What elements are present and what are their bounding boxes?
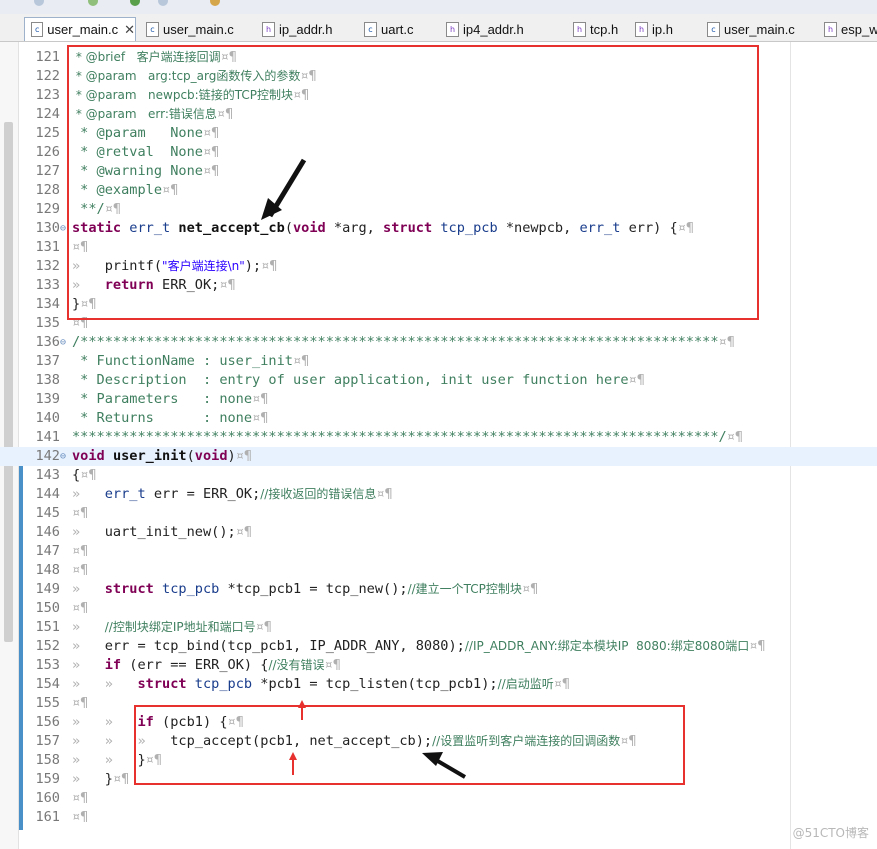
- tab-ip-h[interactable]: h ip.h: [629, 17, 695, 41]
- watermark: @51CTO博客: [792, 826, 869, 840]
- header-file-icon: h: [446, 21, 459, 37]
- tab-label: esp_wi: [841, 21, 877, 37]
- tab-ip-addr-h[interactable]: h ip_addr.h: [256, 17, 352, 41]
- tab-user-main-c[interactable]: c user_main.c ✕: [24, 17, 136, 41]
- tab-label: user_main.c: [47, 22, 119, 37]
- toolbar: [0, 0, 877, 14]
- run-icon[interactable]: [130, 0, 140, 6]
- code-editor[interactable]: 121 * @brief 客户端连接回调¤¶ 122 * @param arg:t…: [0, 42, 877, 849]
- c-file-icon: c: [146, 21, 159, 37]
- header-file-icon: h: [573, 21, 586, 37]
- toolbar-icon[interactable]: [88, 0, 98, 6]
- c-file-icon: c: [707, 21, 720, 37]
- header-file-icon: h: [824, 21, 837, 37]
- toolbar-icon[interactable]: [158, 0, 168, 6]
- header-file-icon: h: [262, 21, 275, 37]
- tab-label: uart.c: [381, 21, 414, 37]
- tab-label: user_main.c: [163, 21, 234, 37]
- tab-label: ip_addr.h: [279, 21, 333, 37]
- tab-uart-c[interactable]: c uart.c: [358, 17, 434, 41]
- toolbar-icon[interactable]: [34, 0, 44, 6]
- tab-label: tcp.h: [590, 21, 619, 37]
- tab-user-main-c[interactable]: c user_main.c: [140, 17, 252, 41]
- red-arrow-pcb1-arg: [289, 752, 297, 775]
- tab-label: ip4_addr.h: [463, 21, 524, 37]
- tab-esp-wi[interactable]: hesp_wi: [818, 17, 877, 41]
- editor-tab-bar: c user_main.c ✕ c user_main.c h ip_addr.h c uart…: [0, 14, 877, 42]
- toolbar-icon[interactable]: [210, 0, 220, 6]
- c-file-icon: c: [364, 21, 377, 37]
- c-file-icon: c: [31, 22, 44, 37]
- tab-label: user_main.c: [724, 21, 795, 37]
- red-arrow-pcb1: [298, 700, 306, 720]
- tab-ip4-addr-h[interactable]: h ip4_addr.h: [440, 17, 558, 41]
- black-arrow-to-callback: [261, 158, 307, 220]
- black-arrow-to-accept: [422, 752, 467, 779]
- tab-label: ip.h: [652, 21, 673, 37]
- close-icon[interactable]: ✕: [124, 22, 135, 38]
- tab-user-main-c[interactable]: c user_main.c: [701, 17, 813, 41]
- annotation-arrows: [261, 158, 467, 779]
- header-file-icon: h: [635, 21, 648, 37]
- tab-tcp-h[interactable]: h tcp.h: [567, 17, 623, 41]
